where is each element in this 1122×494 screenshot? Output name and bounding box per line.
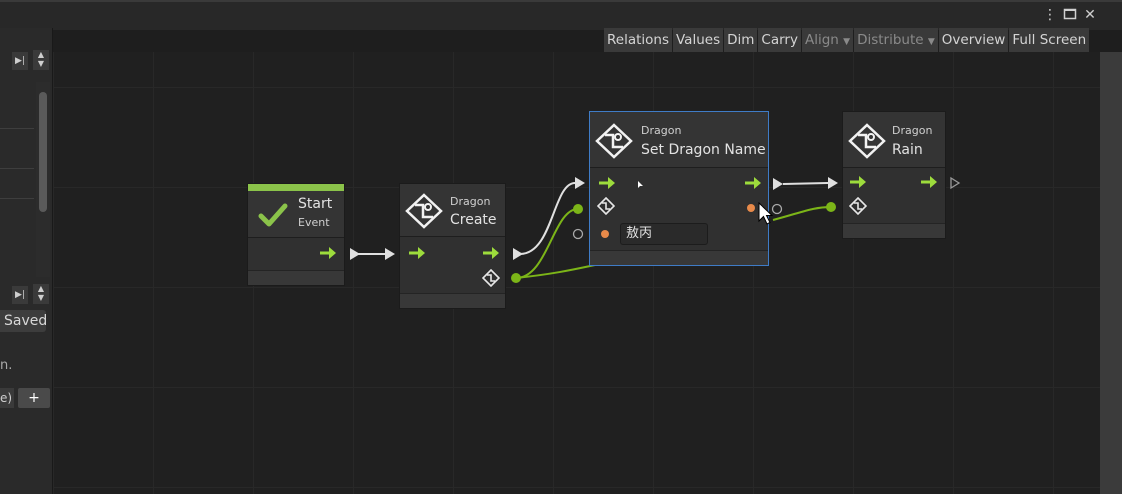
- flow-output-arrow-icon[interactable]: [482, 246, 500, 260]
- align-label: Align: [804, 32, 839, 48]
- full-screen-button[interactable]: Full Screen: [1009, 28, 1090, 52]
- overview-button[interactable]: Overview: [938, 28, 1009, 52]
- dragon-node-icon: [848, 123, 886, 159]
- add-button[interactable]: +: [18, 388, 50, 408]
- node-category: Dragon: [450, 195, 491, 208]
- scroll-stepper[interactable]: ▲ ▼: [33, 50, 49, 70]
- flow-input-arrow-icon[interactable]: [408, 246, 426, 260]
- dragon-name-field[interactable]: 敖丙: [620, 223, 708, 245]
- string-output-port[interactable]: [747, 204, 755, 212]
- node-footer: [248, 270, 344, 285]
- relations-button[interactable]: Relations: [604, 28, 672, 52]
- node-dragon-rain[interactable]: Dragon Rain: [842, 111, 946, 239]
- distribute-dropdown[interactable]: Distribute ▼: [854, 28, 938, 52]
- node-title: Rain: [892, 142, 923, 158]
- node-title: Create: [450, 212, 497, 228]
- values-button[interactable]: Values: [673, 28, 724, 52]
- mouse-cursor-icon: [758, 202, 774, 225]
- flow-input-arrow-icon[interactable]: [849, 175, 867, 189]
- node-title: Set Dragon Name: [641, 142, 766, 158]
- dragon-input-port-icon[interactable]: [849, 197, 867, 215]
- left-scrollbar[interactable]: [36, 82, 50, 277]
- string-input-port[interactable]: [601, 230, 609, 238]
- node-set-dragon-name[interactable]: Dragon Set Dragon Name 敖丙: [589, 111, 769, 266]
- node-category: Dragon: [641, 124, 682, 137]
- scroll-stepper[interactable]: ▲ ▼: [33, 284, 49, 304]
- align-dropdown[interactable]: Align ▼: [801, 28, 854, 52]
- node-title: Start: [298, 196, 333, 212]
- dragon-output-port-icon[interactable]: [482, 269, 500, 287]
- truncated-text: n.: [0, 358, 13, 373]
- chevron-down-icon: ▼: [927, 37, 935, 47]
- right-scroll-strip[interactable]: [1100, 52, 1122, 494]
- graph-canvas[interactable]: Start Event Dragon Create Dragon Set Dra…: [53, 52, 1100, 494]
- node-accent-bar: [248, 184, 344, 191]
- node-dragon-create[interactable]: Dragon Create: [399, 183, 506, 309]
- window-title-bar: ⋮ ✕: [0, 0, 1122, 30]
- small-cursor-icon: [638, 181, 643, 188]
- flow-input-arrow-icon[interactable]: [598, 176, 616, 190]
- step-forward-icon[interactable]: ▶|: [12, 52, 28, 70]
- dragon-node-icon: [595, 123, 633, 159]
- flow-output-arrow-icon[interactable]: [319, 246, 337, 260]
- flow-output-arrow-icon[interactable]: [744, 176, 762, 190]
- distribute-label: Distribute: [857, 32, 924, 48]
- dragon-node-icon: [405, 193, 443, 229]
- graph-toolbar: Relations Values Dim Carry Align ▼ Distr…: [604, 28, 1090, 52]
- carry-button[interactable]: Carry: [758, 28, 801, 52]
- more-options-icon[interactable]: ⋮: [1042, 7, 1058, 23]
- truncated-field[interactable]: e): [0, 388, 14, 408]
- node-footer: [590, 250, 768, 265]
- flow-output-arrow-icon[interactable]: [920, 175, 938, 189]
- close-icon[interactable]: ✕: [1082, 7, 1098, 23]
- dim-button[interactable]: Dim: [724, 28, 758, 52]
- node-start-event[interactable]: Start Event: [247, 183, 345, 286]
- chevron-down-icon: ▼: [843, 37, 851, 47]
- maximize-icon[interactable]: [1062, 7, 1078, 23]
- node-footer: [400, 293, 505, 308]
- node-subtitle: Event: [298, 216, 330, 229]
- node-footer: [843, 223, 945, 238]
- saved-button[interactable]: Saved: [0, 310, 47, 332]
- checkmark-icon: [258, 203, 288, 227]
- divider: [0, 198, 34, 199]
- step-forward-icon[interactable]: ▶|: [12, 286, 28, 304]
- dragon-input-port-icon[interactable]: [597, 197, 615, 215]
- node-category: Dragon: [892, 124, 933, 137]
- divider: [0, 168, 34, 169]
- divider: [0, 128, 34, 129]
- scroll-thumb[interactable]: [39, 92, 47, 212]
